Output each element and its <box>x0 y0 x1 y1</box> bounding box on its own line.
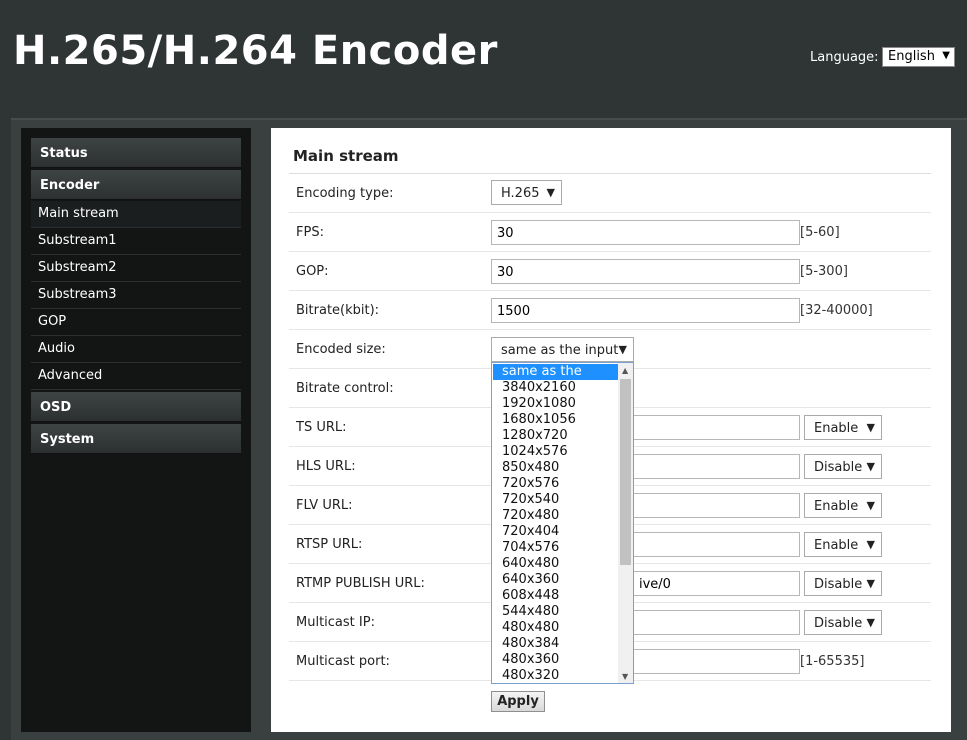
multicast-port-label: Multicast port: <box>296 654 390 669</box>
flv-url-label: FLV URL: <box>296 498 353 513</box>
caret-down-icon: ▼ <box>866 499 875 512</box>
scrollbar-thumb[interactable] <box>620 379 631 565</box>
sidebar-item-substream3[interactable]: Substream3 <box>31 282 241 309</box>
bitrate-control-label: Bitrate control: <box>296 381 394 396</box>
sidebar-item-gop[interactable]: GOP <box>31 309 241 336</box>
language-value: English <box>888 49 935 64</box>
language-label: Language: <box>810 50 879 65</box>
encoding-type-select[interactable]: H.265 ▼ <box>491 180 562 205</box>
fps-range: [5-60] <box>800 225 840 240</box>
caret-down-icon: ▼ <box>942 50 950 61</box>
encoding-type-value: H.265 <box>501 186 540 201</box>
rtsp-url-state-select[interactable]: Enable ▼ <box>804 532 882 557</box>
multicast-ip-label: Multicast IP: <box>296 615 375 630</box>
ts-url-state-value: Enable <box>814 421 859 436</box>
encoded-size-dropdown[interactable]: same as the input 3840x2160 1920x1080 16… <box>491 362 634 684</box>
dropdown-option[interactable]: 480x480 <box>493 620 619 636</box>
sidebar-item-main-stream[interactable]: Main stream <box>31 201 241 228</box>
row-bitrate: Bitrate(kbit): 1500 [32-40000] <box>289 291 931 330</box>
dropdown-option[interactable]: 480x320 <box>493 668 619 683</box>
gop-range: [5-300] <box>800 264 848 279</box>
dropdown-option[interactable]: 640x360 <box>493 572 619 588</box>
rtsp-url-label: RTSP URL: <box>296 537 363 552</box>
gop-label: GOP: <box>296 264 329 279</box>
dropdown-option[interactable]: 850x480 <box>493 460 619 476</box>
encoded-size-value: same as the input <box>501 343 619 358</box>
dropdown-option[interactable]: 1920x1080 <box>493 396 619 412</box>
caret-down-icon: ▼ <box>866 616 875 629</box>
hls-url-state-value: Disable <box>814 460 863 475</box>
row-encoding-type: Encoding type: H.265 ▼ <box>289 174 931 213</box>
sidebar-item-substream1[interactable]: Substream1 <box>31 228 241 255</box>
dropdown-option[interactable]: 720x480 <box>493 508 619 524</box>
caret-down-icon: ▼ <box>618 343 627 356</box>
flv-url-state-value: Enable <box>814 499 859 514</box>
multicast-port-range: [1-65535] <box>800 654 865 669</box>
dropdown-option[interactable]: same as the input <box>493 364 619 395</box>
encoded-size-select[interactable]: same as the input ▼ <box>491 337 634 362</box>
sidebar-item-advanced[interactable]: Advanced <box>31 363 241 390</box>
dropdown-option[interactable]: 3840x2160 <box>493 380 619 396</box>
dropdown-option[interactable]: 544x480 <box>493 604 619 620</box>
sidebar-item-audio[interactable]: Audio <box>31 336 241 363</box>
fps-label: FPS: <box>296 225 324 240</box>
dropdown-option[interactable]: 720x540 <box>493 492 619 508</box>
sidebar: Status Encoder Main stream Substream1 Su… <box>21 128 251 732</box>
caret-down-icon: ▼ <box>866 421 875 434</box>
fps-input[interactable]: 30 <box>491 220 800 245</box>
row-gop: GOP: 30 [5-300] <box>289 252 931 291</box>
dropdown-option[interactable]: 640x480 <box>493 556 619 572</box>
ts-url-state-select[interactable]: Enable ▼ <box>804 415 882 440</box>
caret-down-icon: ▼ <box>866 460 875 473</box>
rtmp-url-state-select[interactable]: Disable ▼ <box>804 571 882 596</box>
dropdown-option[interactable]: 1024x576 <box>493 444 619 460</box>
rtsp-url-state-value: Enable <box>814 538 859 553</box>
sidebar-item-substream2[interactable]: Substream2 <box>31 255 241 282</box>
bitrate-range: [32-40000] <box>800 303 873 318</box>
bitrate-input[interactable]: 1500 <box>491 298 800 323</box>
caret-down-icon: ▼ <box>866 538 875 551</box>
dropdown-option[interactable]: 1280x720 <box>493 428 619 444</box>
ts-url-label: TS URL: <box>296 420 347 435</box>
dropdown-option[interactable]: 480x384 <box>493 636 619 652</box>
dropdown-option[interactable]: 704x576 <box>493 540 619 556</box>
sidebar-section-status[interactable]: Status <box>31 138 241 168</box>
hls-url-label: HLS URL: <box>296 459 356 474</box>
app-title: H.265/H.264 Encoder <box>13 28 498 74</box>
dropdown-option[interactable]: 1680x1056 <box>493 412 619 428</box>
encoded-size-label: Encoded size: <box>296 342 386 357</box>
rtmp-url-label: RTMP PUBLISH URL: <box>296 576 425 591</box>
bitrate-label: Bitrate(kbit): <box>296 303 380 318</box>
sidebar-section-osd[interactable]: OSD <box>31 392 241 422</box>
hls-url-state-select[interactable]: Disable ▼ <box>804 454 882 479</box>
flv-url-state-select[interactable]: Enable ▼ <box>804 493 882 518</box>
apply-button[interactable]: Apply <box>491 691 545 712</box>
multicast-ip-state-value: Disable <box>814 616 863 631</box>
scroll-down-icon[interactable]: ▼ <box>622 672 628 681</box>
sidebar-section-encoder[interactable]: Encoder <box>31 170 241 200</box>
scroll-up-icon[interactable]: ▲ <box>622 366 628 375</box>
dropdown-option[interactable]: 608x448 <box>493 588 619 604</box>
dropdown-scrollbar[interactable]: ▲ ▼ <box>618 363 633 683</box>
header: H.265/H.264 Encoder Language: English ▼ <box>0 0 967 118</box>
language-select[interactable]: English ▼ <box>882 47 955 67</box>
row-fps: FPS: 30 [5-60] <box>289 213 931 252</box>
sidebar-section-system[interactable]: System <box>31 424 241 454</box>
page-title: Main stream <box>293 147 399 165</box>
encoding-type-label: Encoding type: <box>296 186 394 201</box>
rtmp-url-state-value: Disable <box>814 577 863 592</box>
caret-down-icon: ▼ <box>866 577 875 590</box>
dropdown-option[interactable]: 720x404 <box>493 524 619 540</box>
caret-down-icon: ▼ <box>546 186 555 199</box>
multicast-ip-state-select[interactable]: Disable ▼ <box>804 610 882 635</box>
dropdown-option[interactable]: 720x576 <box>493 476 619 492</box>
gop-input[interactable]: 30 <box>491 259 800 284</box>
dropdown-option[interactable]: 480x360 <box>493 652 619 668</box>
